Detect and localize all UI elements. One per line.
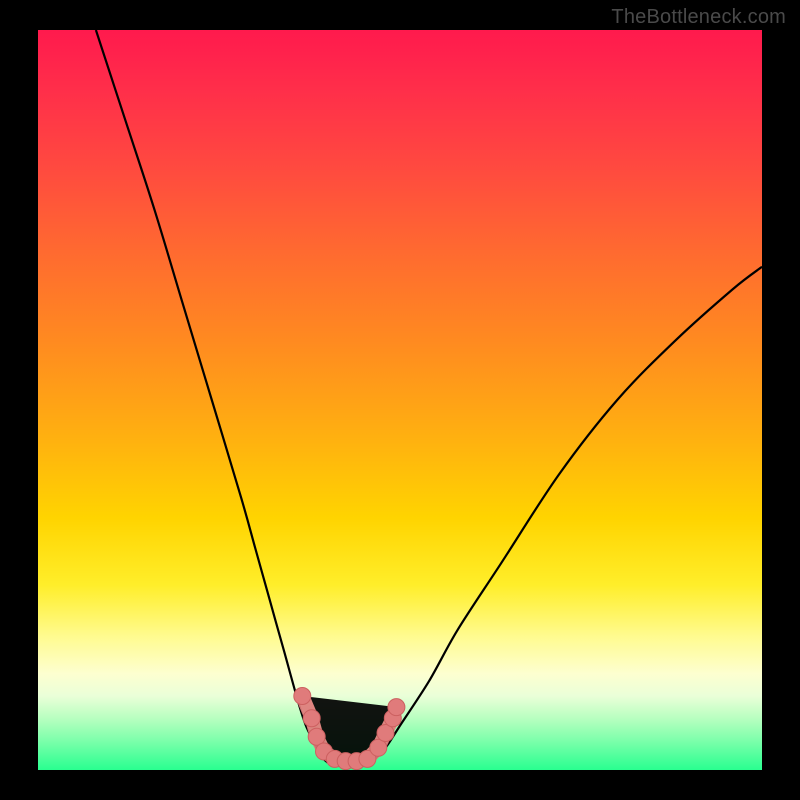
marker-dot <box>294 688 311 705</box>
curve-left-branch <box>96 30 328 763</box>
watermark-text: TheBottleneck.com <box>611 6 786 29</box>
chart-overlay <box>38 30 762 770</box>
marker-cluster <box>294 688 405 770</box>
curve-right-branch <box>371 267 762 763</box>
marker-dot <box>303 710 320 727</box>
outer-frame: TheBottleneck.com <box>0 0 800 800</box>
marker-dot <box>388 699 405 716</box>
plot-area <box>38 30 762 770</box>
